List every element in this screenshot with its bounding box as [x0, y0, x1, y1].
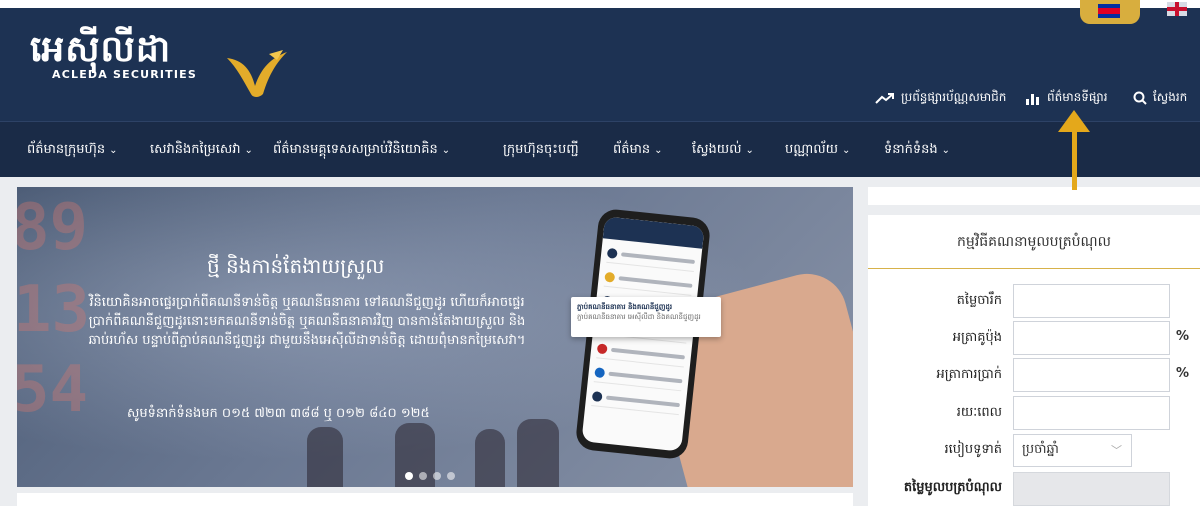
nav-label: ទំនាក់ទំនង [884, 142, 938, 157]
screen-row [591, 386, 681, 416]
search-icon [1133, 91, 1147, 105]
chevron-down-icon: ⌄ [244, 145, 253, 156]
face-value-label: តម្លៃចារឹក [956, 293, 1002, 308]
nav-investor-guide[interactable]: ព័ត៌មានមគ្គុទេសសម្រាប់វិនិយោគិន ⌄ [273, 141, 450, 160]
nav-library[interactable]: បណ្ណាល័យ ⌄ [785, 141, 850, 160]
coupon-rate-input[interactable] [1013, 321, 1170, 355]
nav-label: សេវានិងកម្រៃសេវា [150, 142, 241, 157]
content-card-top [17, 493, 853, 506]
nav-services-fees[interactable]: សេវានិងកម្រៃសេវា ⌄ [150, 141, 253, 160]
carousel-dots [405, 472, 455, 480]
coupon-rate-label: អត្រាគូប៉ុង [952, 330, 1002, 345]
background-number: 89 [17, 191, 89, 265]
khmer-flag-icon[interactable] [1098, 4, 1120, 18]
bond-calculator: កម្មវិធីគណនាមូលបត្របំណុល តម្លៃចារឹក អត្រ… [868, 215, 1200, 506]
market-info-label: ព័ត៌មានទីផ្សារ [1047, 90, 1108, 104]
bond-value-label: តម្លៃមូលបត្របំណុល [903, 480, 1002, 495]
carousel-dot-2[interactable] [419, 472, 427, 480]
nav-label: ព័ត៌មានក្រុមហ៊ុន [27, 142, 106, 157]
nav-label: ស្វែងយល់ [692, 142, 742, 157]
background-number: 54 [17, 353, 89, 427]
banner-contact: សូមទំនាក់ទំនងមក ០១៥ ៧២៣ ៣៨៨ ឬ ០១២ ៨៤០ ១២… [127, 406, 430, 421]
payment-method-value: ប្រចាំឆ្នាំ [1022, 442, 1059, 457]
site-logo[interactable]: អេស៊ីលីដា ACLEDA SECURITIES [30, 28, 287, 97]
interest-percent-sign: % [1176, 366, 1190, 381]
carousel-dot-4[interactable] [447, 472, 455, 480]
interest-rate-label: អត្រាការប្រាក់ [936, 367, 1002, 382]
member-system-label: ប្រព័ន្ធផ្សារប័ណ្ណសមាជិក [901, 90, 1007, 104]
sidebar-top-card [868, 187, 1200, 205]
main-nav: ព័ត៌មានក្រុមហ៊ុន ⌄ សេវានិងកម្រៃសេវា ⌄ ព័ត៌… [0, 121, 1200, 177]
chevron-down-icon: ⌄ [654, 145, 663, 156]
market-info-link[interactable]: ព័ត៌មានទីផ្សារ [1025, 89, 1108, 107]
calculator-title: កម្មវិធីគណនាមូលបត្របំណុល [868, 215, 1200, 269]
background-number: 13 [17, 273, 91, 347]
person-silhouette [307, 427, 343, 487]
carousel-dot-3[interactable] [433, 472, 441, 480]
chevron-down-icon: ⌄ [441, 145, 451, 156]
person-silhouette [475, 429, 505, 487]
logo-bird-icon [227, 50, 287, 97]
chevron-down-icon: ⌄ [109, 145, 118, 156]
payment-method-select[interactable]: ប្រចាំឆ្នាំ ﹀ [1013, 434, 1132, 467]
nav-listed-companies[interactable]: ក្រុមហ៊ុនចុះបញ្ជី [503, 141, 583, 160]
logo-english-text: ACLEDA SECURITIES [52, 68, 198, 81]
face-value-input[interactable] [1013, 284, 1170, 318]
search-label: ស្វែងរក [1153, 90, 1188, 104]
nav-contact[interactable]: ទំនាក់ទំនង ⌄ [884, 141, 950, 160]
chevron-down-icon: ﹀ [1111, 444, 1122, 457]
logo-khmer-text: អេស៊ីលីដា [30, 29, 172, 70]
period-input[interactable] [1013, 396, 1170, 430]
bond-value-output [1013, 472, 1170, 506]
search-link[interactable]: ស្វែងរក [1133, 89, 1187, 107]
chevron-down-icon: ⌄ [842, 145, 851, 156]
chevron-down-icon: ⌄ [941, 145, 951, 156]
period-label: រយៈពេល [956, 405, 1002, 420]
trend-up-icon [875, 93, 894, 104]
interest-rate-input[interactable] [1013, 358, 1170, 392]
nav-label: ព័ត៌មានមគ្គុទេសសម្រាប់វិនិយោគិន [273, 142, 438, 157]
payment-method-label: របៀបទូទាត់ [944, 442, 1002, 457]
annotation-arrow-shaft [1072, 124, 1077, 190]
carousel-dot-1[interactable] [405, 472, 413, 480]
popup-card-subtitle: ភ្ជាប់គណនីធនាគារ អេស៊ីលីដា និងគណនីជួញដូរ [577, 313, 701, 321]
popup-card: ភ្ជាប់គណនីធនាគារ និងគណនីជួញដូរ ភ្ជាប់គណន… [571, 297, 721, 337]
english-flag-icon[interactable] [1167, 2, 1187, 16]
hero-banner[interactable]: 89 13 54 ថ្មី និងកាន់តែងាយស្រួល វិនិយោគិ… [17, 187, 853, 487]
nav-learn[interactable]: ស្វែងយល់ ⌄ [692, 141, 754, 160]
banner-title: ថ្មី និងកាន់តែងាយស្រួល [207, 254, 385, 278]
nav-label: ក្រុមហ៊ុនចុះបញ្ជី [503, 142, 579, 157]
person-silhouette [517, 419, 559, 487]
banner-body: វិនិយោគិនអាចផ្ទេរប្រាក់ពីគណនីទាន់ចិត្ត ឬ… [88, 295, 526, 348]
nav-label: ព័ត៌មាន [613, 142, 651, 157]
nav-news[interactable]: ព័ត៌មាន ⌄ [613, 141, 663, 160]
member-system-link[interactable]: ប្រព័ន្ធផ្សារប័ណ្ណសមាជិក [875, 89, 1006, 107]
chevron-down-icon: ⌄ [745, 145, 754, 156]
nav-label: បណ្ណាល័យ [785, 142, 839, 157]
top-strip [0, 0, 1200, 8]
coupon-percent-sign: % [1176, 329, 1190, 344]
popup-card-title: ភ្ជាប់គណនីធនាគារ និងគណនីជួញដូរ [577, 303, 673, 311]
nav-company-info[interactable]: ព័ត៌មានក្រុមហ៊ុន ⌄ [27, 141, 118, 160]
bar-chart-icon [1026, 94, 1039, 105]
